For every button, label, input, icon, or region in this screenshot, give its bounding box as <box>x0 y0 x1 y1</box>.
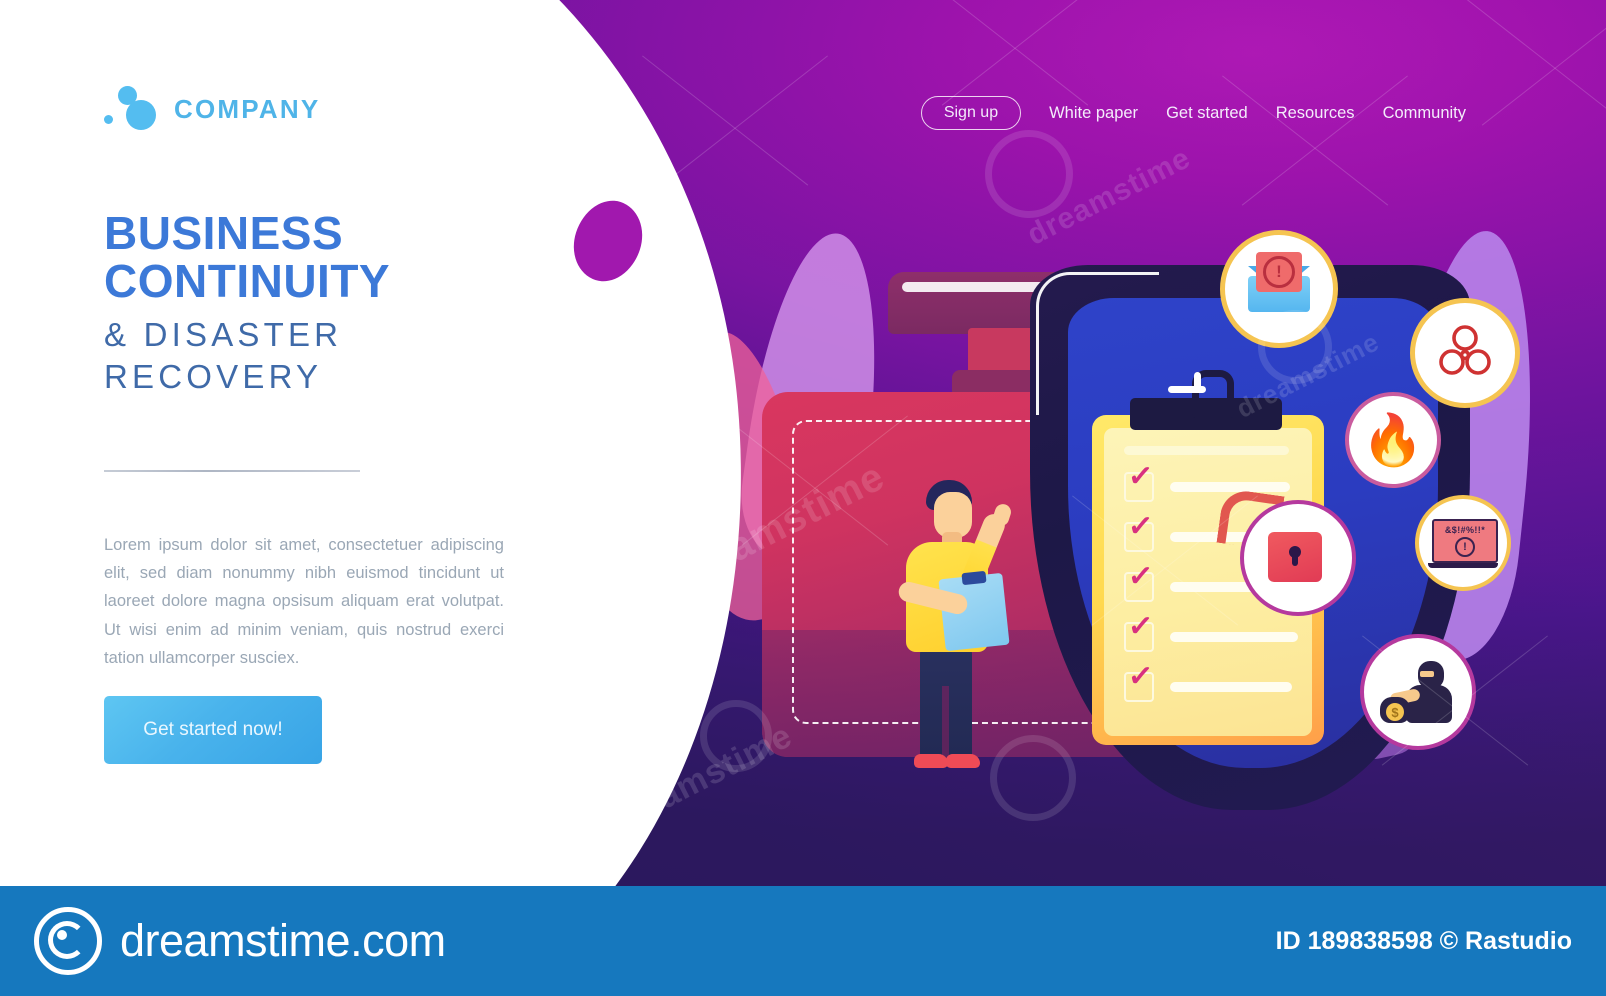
businessman-pointing-icon <box>890 480 1020 780</box>
fire-icon: 🔥 <box>1345 392 1441 488</box>
exclamation-icon: ! <box>1455 537 1475 557</box>
alert-card: ! <box>1256 252 1302 292</box>
dreamstime-brand-text: dreamstime.com <box>120 915 446 966</box>
dreamstime-watermark-bar: dreamstime.com ID 189838598 © Rastudio <box>0 886 1606 996</box>
thief-glyph: $ <box>1380 661 1456 723</box>
subheadline-line-1: & DISASTER <box>104 315 343 353</box>
clipboard-ring-highlight <box>1194 372 1201 392</box>
laptop-base <box>1428 563 1498 568</box>
nav-link-white-paper[interactable]: White paper <box>1049 104 1138 123</box>
sign-up-button[interactable]: Sign up <box>920 96 1022 130</box>
checklist-row: ✓ <box>1124 609 1298 652</box>
check-icon: ✓ <box>1126 559 1155 594</box>
checkbox-checked: ✓ <box>1124 609 1154 652</box>
main-navigation: Sign up White paper Get started Resource… <box>920 96 1466 130</box>
checklist-line <box>1170 682 1292 692</box>
briefcase-handle-highlight <box>902 282 1052 292</box>
laptop-screen: &$!#%!!* ! <box>1432 519 1498 563</box>
checklist-line <box>1170 482 1290 492</box>
checklist-row: ✓ <box>1124 659 1292 702</box>
hero-illustration: ✓ ✓ ✓ ✓ ✓ ! 🔥 &$!#%!!* ! $ <box>700 210 1600 850</box>
laptop-error-icon: &$!#%!!* ! <box>1415 495 1511 591</box>
email-alert-icon: ! <box>1220 230 1338 348</box>
shield-highlight-line <box>1036 272 1159 415</box>
brand-logo[interactable]: COMPANY <box>104 86 320 132</box>
dreamstime-spiral-icon <box>34 907 102 975</box>
flame-glyph: 🔥 <box>1361 412 1425 468</box>
person-clipboard-clamp <box>961 570 987 586</box>
clipboard-title-line <box>1124 446 1289 455</box>
checkbox-checked: ✓ <box>1124 559 1154 602</box>
person-leg-gap <box>942 686 949 758</box>
logo-circle-medium <box>118 86 137 105</box>
check-icon: ✓ <box>1126 609 1155 644</box>
checklist-line <box>1170 632 1298 642</box>
check-icon: ✓ <box>1126 509 1155 544</box>
dollar-coin-icon: $ <box>1386 703 1404 721</box>
exclamation-icon: ! <box>1263 256 1295 288</box>
person-shoe <box>946 754 980 768</box>
thief-money-bag-icon: $ <box>1360 634 1476 750</box>
check-icon: ✓ <box>1126 459 1155 494</box>
bubbles-logo-icon <box>104 86 162 132</box>
nav-link-community[interactable]: Community <box>1383 104 1466 123</box>
page-title: BUSINESS CONTINUITY & DISASTER RECOVERY <box>104 207 524 398</box>
nav-link-resources[interactable]: Resources <box>1276 104 1355 123</box>
headline-line-2: CONTINUITY <box>104 254 391 307</box>
hero-body-text: Lorem ipsum dolor sit amet, consectetuer… <box>104 535 504 668</box>
envelope-icon: ! <box>1248 252 1310 312</box>
check-icon: ✓ <box>1126 659 1155 694</box>
get-started-now-button[interactable]: Get started now! <box>104 696 322 764</box>
checkbox-checked: ✓ <box>1124 659 1154 702</box>
person-shoe <box>914 754 948 768</box>
thief-eye-slit <box>1420 671 1434 677</box>
biohazard-glyph <box>1439 325 1491 375</box>
brand-name: COMPANY <box>174 93 321 124</box>
logo-circle-small <box>104 115 113 124</box>
nav-link-get-started[interactable]: Get started <box>1166 104 1248 123</box>
biohazard-icon <box>1410 298 1520 408</box>
hero-section: ✓ ✓ ✓ ✓ ✓ ! 🔥 &$!#%!!* ! $ COMPANY Sign … <box>0 0 1606 886</box>
checkbox-checked: ✓ <box>1124 509 1154 552</box>
title-divider <box>104 470 360 472</box>
headline-line-1: BUSINESS <box>104 207 344 259</box>
landing-page-screenshot: ✓ ✓ ✓ ✓ ✓ ! 🔥 &$!#%!!* ! $ COMPANY Sign … <box>0 0 1606 996</box>
laptop-error-text: &$!#%!!* <box>1444 525 1486 535</box>
padlock-keyhole-slot <box>1292 554 1298 566</box>
checkbox-checked: ✓ <box>1124 459 1154 502</box>
laptop-glyph: &$!#%!!* ! <box>1428 519 1498 568</box>
subheadline-line-2: RECOVERY <box>104 357 323 395</box>
dreamstime-brand: dreamstime.com <box>34 907 446 975</box>
image-credit: ID 189838598 © Rastudio <box>1275 926 1572 955</box>
